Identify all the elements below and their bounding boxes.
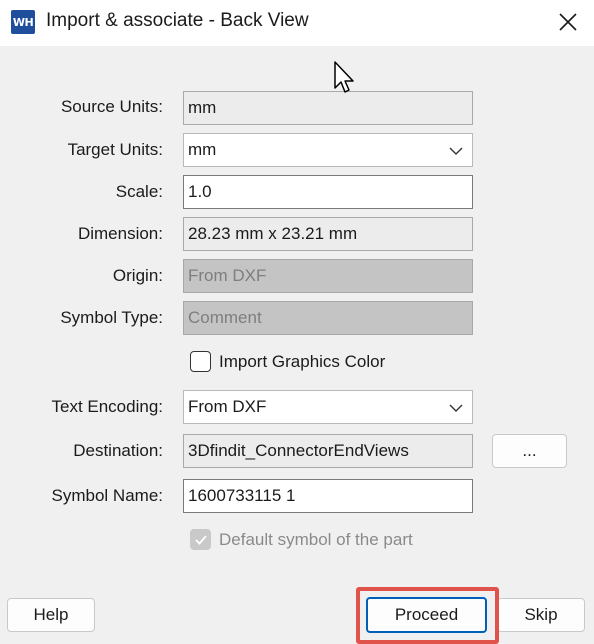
target-units-value: mm <box>188 140 217 159</box>
source-units-label: Source Units: <box>60 97 163 116</box>
close-icon <box>559 13 577 31</box>
target-units-label: Target Units: <box>67 140 163 159</box>
dimension-field: 28.23 mm x 23.21 mm <box>183 217 473 251</box>
dimension-label: Dimension: <box>77 224 163 243</box>
scale-label: Scale: <box>115 182 163 201</box>
close-button[interactable] <box>548 4 588 40</box>
import-graphics-color-label: Import Graphics Color <box>219 351 386 371</box>
chevron-down-icon <box>449 147 463 155</box>
source-units-field: mm <box>183 91 473 125</box>
default-symbol-label: Default symbol of the part <box>219 529 413 549</box>
default-symbol-checkbox: Default symbol of the part <box>190 529 413 550</box>
origin-field: From DXF <box>183 259 473 293</box>
symbol-name-input[interactable]: 1600733115 1 <box>183 479 473 513</box>
symbol-name-label: Symbol Name: <box>51 486 163 505</box>
text-encoding-value: From DXF <box>188 397 267 416</box>
window-title: Import & associate - Back View <box>46 10 309 31</box>
mouse-cursor-icon <box>334 61 354 93</box>
scale-input[interactable]: 1.0 <box>183 175 473 209</box>
checkmark-icon <box>194 534 207 545</box>
destination-field: 3Dfindit_ConnectorEndViews <box>183 434 473 468</box>
target-units-select[interactable]: mm <box>183 133 473 167</box>
highlight-box <box>356 587 499 644</box>
checkbox-box[interactable] <box>190 351 211 372</box>
origin-label: Origin: <box>112 266 163 285</box>
browse-button[interactable]: ... <box>492 434 567 468</box>
skip-button[interactable]: Skip <box>497 598 585 632</box>
text-encoding-select[interactable]: From DXF <box>183 390 473 424</box>
chevron-down-icon <box>449 404 463 412</box>
app-icon: WH <box>11 10 35 34</box>
symbol-type-label: Symbol Type: <box>60 308 163 327</box>
help-button[interactable]: Help <box>7 598 95 632</box>
symbol-type-field: Comment <box>183 301 473 335</box>
import-graphics-color-checkbox[interactable]: Import Graphics Color <box>190 351 385 372</box>
title-bar: WH Import & associate - Back View <box>0 0 594 46</box>
text-encoding-label: Text Encoding: <box>51 397 163 416</box>
checkbox-checked-disabled <box>190 529 211 550</box>
destination-label: Destination: <box>73 441 163 460</box>
